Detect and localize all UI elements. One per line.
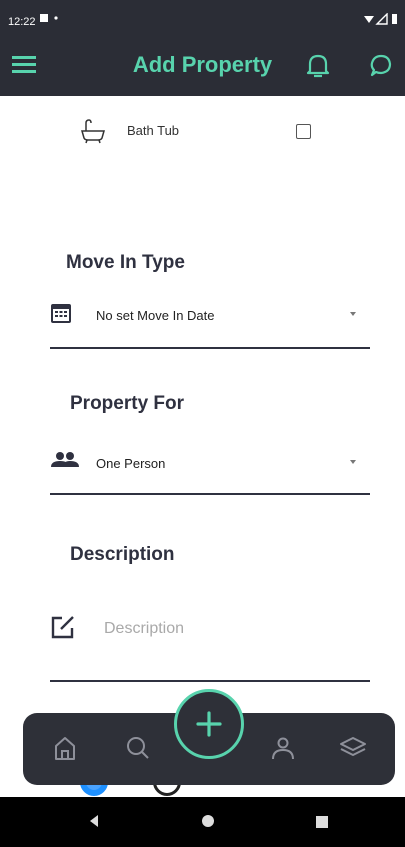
layers-icon[interactable] [339, 735, 366, 761]
amenity-row-bath-tub: Bath Tub [80, 118, 320, 144]
home-button-icon[interactable] [201, 814, 215, 833]
system-nav-bar [0, 797, 405, 847]
amenity-label: Bath Tub [127, 123, 180, 138]
profile-icon[interactable] [270, 735, 296, 761]
page-title: Add Property [132, 52, 273, 77]
status-bar: 12:22 [0, 0, 405, 36]
calendar-icon [50, 302, 72, 324]
back-icon[interactable] [88, 814, 100, 833]
home-icon[interactable] [52, 735, 78, 761]
dropdown-arrow-icon [350, 312, 356, 316]
bell-icon[interactable] [305, 52, 331, 80]
search-icon[interactable] [125, 735, 151, 761]
recents-icon[interactable] [316, 815, 328, 833]
system-status-icons [363, 12, 399, 28]
notification-icons [40, 13, 62, 26]
add-button[interactable] [174, 689, 244, 759]
move-in-type-value: No set Move In Date [96, 308, 215, 323]
description-field[interactable] [50, 604, 370, 682]
property-for-select[interactable]: One Person [50, 450, 370, 495]
move-in-type-title: Move In Type [66, 252, 185, 273]
add-icon [196, 711, 222, 737]
property-for-title: Property For [70, 393, 185, 414]
people-icon [50, 450, 79, 472]
dropdown-arrow-icon [350, 460, 356, 464]
move-in-type-select[interactable]: No set Move In Date [50, 302, 370, 349]
bathtub-icon [80, 118, 106, 144]
property-for-value: One Person [96, 456, 166, 471]
app-bar: Add Property [0, 36, 405, 96]
description-title: Description [70, 544, 175, 565]
chat-icon[interactable] [366, 52, 394, 80]
bath-tub-checkbox[interactable] [296, 124, 311, 139]
status-time: 12:22 [8, 16, 36, 28]
description-input[interactable] [104, 618, 344, 640]
edit-icon [50, 614, 76, 640]
